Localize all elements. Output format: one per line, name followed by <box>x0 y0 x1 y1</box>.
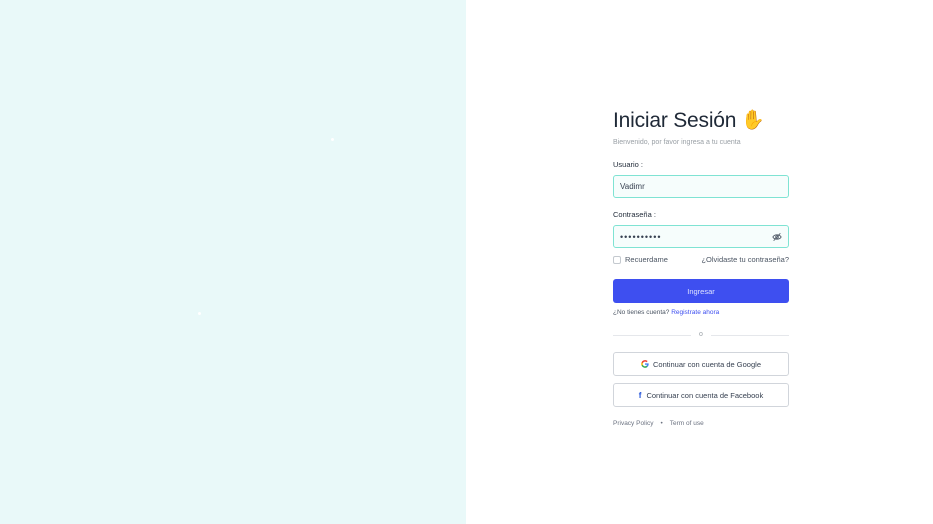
options-row: Recuerdame ¿Olvidaste tu contraseña? <box>613 254 789 266</box>
or-divider: o <box>613 331 789 339</box>
page-title: Iniciar Sesión <box>613 109 737 132</box>
divider-line <box>710 334 789 336</box>
no-account-text: ¿No tienes cuenta? <box>613 309 670 316</box>
divider-text: o <box>699 331 703 338</box>
login-form: Iniciar Sesión ✋ Bienvenido, por favor i… <box>613 107 789 427</box>
page-subtitle: Bienvenido, por favor ingresa a tu cuent… <box>613 139 741 146</box>
forgot-password-link[interactable]: ¿Olvidaste tu contraseña? <box>701 254 789 266</box>
login-panel: Iniciar Sesión ✋ Bienvenido, por favor i… <box>466 0 933 524</box>
username-field[interactable] <box>613 175 789 198</box>
username-input[interactable] <box>620 182 782 191</box>
password-field[interactable]: •••••••••• <box>613 225 789 248</box>
divider-line <box>613 334 692 336</box>
remember-me[interactable]: Recuerdame <box>613 254 668 266</box>
password-input[interactable]: •••••••••• <box>620 232 772 242</box>
remember-checkbox[interactable] <box>613 256 621 264</box>
google-button-label: Continuar con cuenta de Google <box>653 359 761 369</box>
google-icon <box>641 360 649 368</box>
facebook-login-button[interactable]: f Continuar con cuenta de Facebook <box>613 383 789 407</box>
username-label: Usuario : <box>613 160 644 169</box>
terms-of-use-link[interactable]: Term of use <box>670 420 704 427</box>
sparkle-decoration <box>331 138 334 141</box>
eye-off-icon[interactable] <box>772 232 782 242</box>
facebook-button-label: Continuar con cuenta de Facebook <box>646 390 764 400</box>
illustration-panel <box>0 0 466 524</box>
footer-links: Privacy Policy • Term of use <box>613 420 789 427</box>
password-label: Contraseña : <box>613 210 656 219</box>
privacy-policy-link[interactable]: Privacy Policy <box>613 420 653 427</box>
waving-hand-icon: ✋ <box>741 110 765 131</box>
register-row: ¿No tienes cuenta? Registrate ahora <box>613 308 789 318</box>
sparkle-decoration <box>198 312 201 315</box>
register-link[interactable]: Registrate ahora <box>671 309 719 316</box>
footer-separator: • <box>660 420 663 427</box>
remember-label: Recuerdame <box>625 255 668 264</box>
facebook-icon: f <box>638 390 642 400</box>
title-row: Iniciar Sesión ✋ <box>613 107 789 135</box>
login-button[interactable]: Ingresar <box>613 279 789 303</box>
google-login-button[interactable]: Continuar con cuenta de Google <box>613 352 789 376</box>
